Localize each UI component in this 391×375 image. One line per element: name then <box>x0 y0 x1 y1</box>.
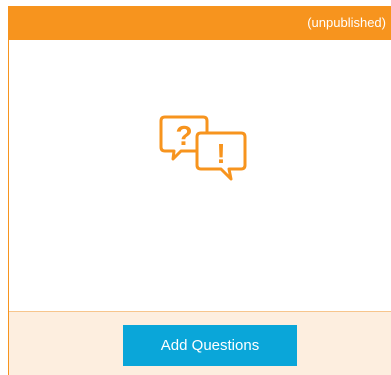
card-body: ? ! <box>9 40 391 311</box>
card-footer: Add Questions <box>9 311 391 375</box>
quiz-card: (unpublished) ? ! Add Questions <box>8 6 391 375</box>
question-exclamation-bubbles-icon: ? ! <box>159 115 247 181</box>
card-header: (unpublished) <box>9 6 391 40</box>
add-questions-button[interactable]: Add Questions <box>123 325 297 366</box>
svg-text:!: ! <box>216 138 225 169</box>
publish-status: (unpublished) <box>307 15 386 30</box>
svg-text:?: ? <box>175 120 192 151</box>
